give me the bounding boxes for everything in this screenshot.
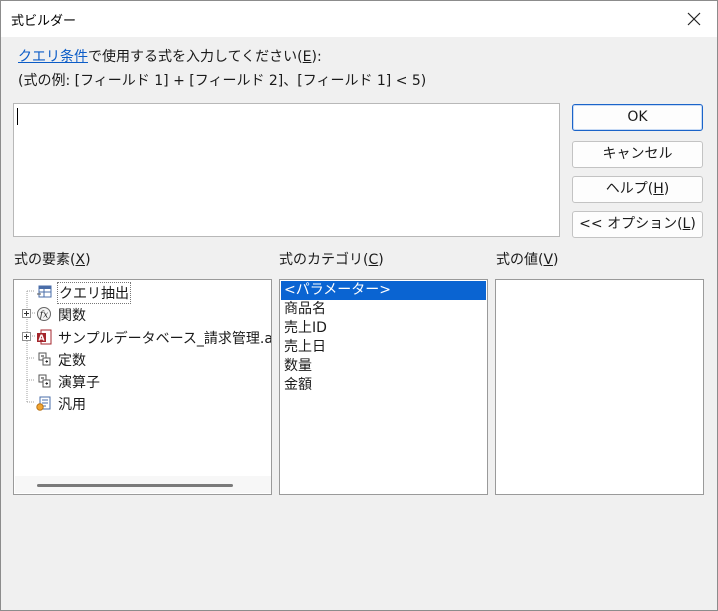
tree-item-operators[interactable]: 演算子	[14, 370, 271, 392]
values-label: 式の値(V)	[496, 249, 559, 269]
options-button-label: << オプション(	[579, 216, 683, 232]
categories-list[interactable]: <パラメーター> 商品名 売上ID 売上日 数量 金額	[279, 279, 488, 495]
options-button-end: )	[690, 216, 696, 232]
svg-text:A: A	[38, 334, 45, 343]
function-icon: fx	[37, 307, 51, 321]
title-bar: 式ビルダー	[1, 1, 717, 37]
help-button[interactable]: ヘルプ(H)	[572, 176, 703, 203]
close-icon	[687, 12, 701, 26]
categories-label: 式のカテゴリ(C)	[279, 249, 384, 269]
close-button[interactable]	[671, 1, 717, 37]
list-item[interactable]: 売上日	[281, 338, 486, 357]
elements-label-accel: X	[75, 252, 86, 268]
tree-item-database[interactable]: A サンプルデータベース_請求管理.accdb	[14, 326, 271, 348]
common-icon	[36, 396, 51, 411]
svg-text:fx: fx	[39, 311, 48, 321]
list-item[interactable]: 金額	[281, 376, 486, 395]
categories-label-accel: C	[368, 252, 379, 268]
expand-icon[interactable]	[22, 309, 31, 318]
tree-item-query[interactable]: クエリ抽出	[14, 281, 271, 304]
expression-input[interactable]	[13, 103, 560, 237]
example-text: (式の例: [フィールド 1] + [フィールド 2]、[フィールド 1] < …	[18, 73, 427, 89]
list-item[interactable]: 数量	[281, 357, 486, 376]
list-item[interactable]: 売上ID	[281, 319, 486, 338]
database-icon: A	[37, 329, 52, 345]
list-item[interactable]: <パラメーター>	[281, 281, 486, 300]
prompt-end: ):	[311, 49, 322, 65]
elements-label: 式の要素(X)	[14, 249, 91, 269]
elements-tree[interactable]: クエリ抽出 fx 関数 A サンプルデータベース_請求管理.accdb	[13, 279, 272, 495]
tree-item-label: サンプルデータベース_請求管理.accdb	[58, 331, 271, 347]
tree-item-label: クエリ抽出	[57, 282, 131, 304]
help-button-label: ヘルプ(	[605, 181, 654, 197]
text-caret	[17, 108, 18, 125]
categories-label-end: )	[378, 252, 384, 268]
tree-item-label: 定数	[58, 353, 86, 369]
query-criteria-link[interactable]: クエリ条件	[18, 49, 88, 65]
tree-item-common[interactable]: 汎用	[14, 392, 271, 414]
tree-item-functions[interactable]: fx 関数	[14, 303, 271, 325]
help-button-accel: H	[653, 181, 664, 197]
window-title: 式ビルダー	[11, 14, 77, 29]
query-icon	[37, 285, 52, 298]
expand-icon[interactable]	[22, 332, 31, 341]
values-list[interactable]	[495, 279, 704, 495]
list-item[interactable]: 商品名	[281, 300, 486, 319]
tree-item-label: 関数	[58, 308, 86, 324]
cancel-button[interactable]: キャンセル	[572, 141, 703, 168]
constants-icon	[38, 352, 51, 366]
ok-button[interactable]: OK	[572, 104, 703, 131]
tree-item-label: 汎用	[58, 397, 86, 413]
prompt-label: クエリ条件で使用する式を入力してください(E):	[18, 46, 322, 66]
elements-label-end: )	[85, 252, 91, 268]
categories-label-text: 式のカテゴリ(	[279, 252, 369, 268]
help-button-end: )	[663, 181, 670, 197]
values-label-end: )	[553, 252, 559, 268]
options-button[interactable]: << オプション(L)	[572, 211, 703, 238]
horizontal-scrollbar[interactable]	[15, 476, 271, 493]
expression-builder-dialog: 式ビルダー クエリ条件で使用する式を入力してください(E): (式の例: [フィ…	[0, 0, 718, 611]
elements-label-text: 式の要素(	[14, 252, 76, 268]
prompt-text: で使用する式を入力してください(	[88, 49, 303, 65]
tree-item-constants[interactable]: 定数	[14, 348, 271, 370]
values-label-text: 式の値(	[496, 252, 544, 268]
scrollbar-thumb[interactable]	[37, 484, 233, 487]
tree-item-label: 演算子	[58, 375, 100, 391]
values-label-accel: V	[543, 252, 554, 268]
operators-icon	[38, 374, 51, 388]
